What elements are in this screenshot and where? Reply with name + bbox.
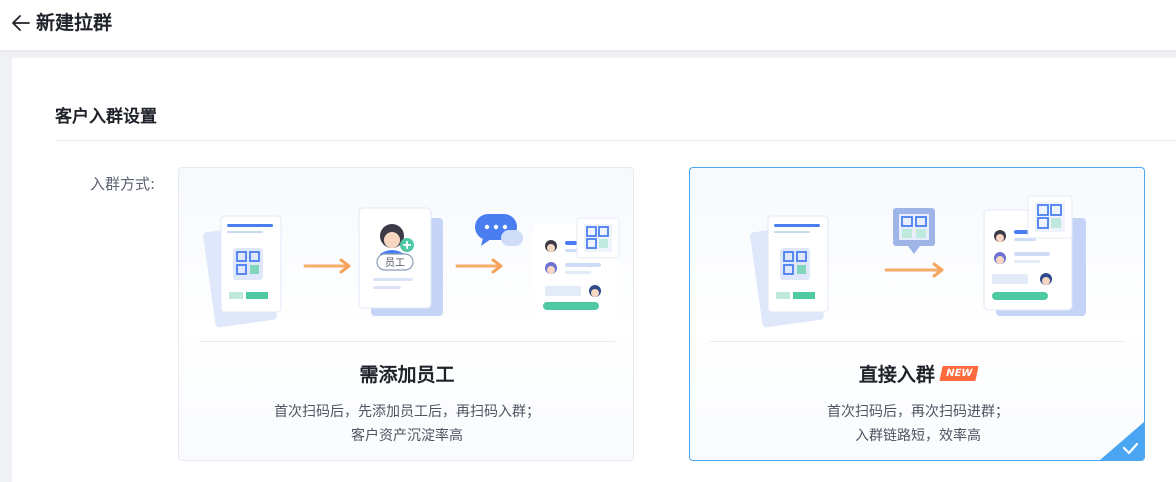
add-staff-illustration: 员工 (203, 207, 620, 328)
card-divider (710, 341, 1126, 342)
arrow-icon (455, 258, 503, 274)
selected-check-icon (1100, 422, 1144, 460)
phone-qr-illustration (750, 215, 829, 328)
arrow-icon (884, 262, 944, 278)
option-title-text: 直接入群 (858, 364, 935, 386)
option-description-line: 入群链路短，效率高 (855, 428, 981, 444)
join-method-label: 入群方式: (90, 175, 156, 193)
option-description-line: 首次扫码后，再次扫码进群； (827, 404, 1009, 420)
section-title: 客户入群设置 (55, 107, 157, 127)
option-description: 首次扫码后，先添加员工后，再扫码入群； 客户资产沉淀率高 (179, 400, 633, 448)
direct-join-illustration (750, 195, 1086, 328)
option-description-line: 首次扫码后，先添加员工后，再扫码入群； (274, 404, 540, 420)
option-description: 首次扫码后，再次扫码进群； 入群链路短，效率高 (690, 400, 1144, 448)
qr-code-icon (893, 208, 935, 254)
staff-tag: 员工 (385, 257, 405, 269)
group-chat-illustration (983, 195, 1086, 316)
back-arrow-icon[interactable] (10, 12, 32, 34)
option-card-direct-join[interactable]: 直接入群 NEW 首次扫码后，再次扫码进群； 入群链路短，效率高 (689, 167, 1145, 461)
page-title: 新建拉群 (36, 12, 113, 34)
staff-card-illustration: 员工 (358, 207, 443, 316)
new-badge: NEW (939, 366, 979, 381)
section-divider (55, 140, 1176, 141)
phone-qr-illustration (203, 215, 282, 328)
option-description-line: 客户资产沉淀率高 (351, 428, 463, 444)
group-chat-illustration (533, 217, 620, 320)
arrow-icon (303, 258, 351, 274)
main-content: 客户入群设置 入群方式: 员工 需添加员工 首次扫码后，先添加员工后，再扫码入群… (12, 58, 1176, 482)
option-title: 需添加员工 (359, 364, 455, 386)
option-title: 直接入群 NEW (690, 360, 1144, 387)
chat-bubble-icon (475, 214, 523, 246)
card-divider (199, 341, 615, 342)
top-bar: 新建拉群 (0, 0, 1176, 50)
option-card-add-staff[interactable]: 员工 需添加员工 首次扫码后，先添加员工后，再扫码入群； 客户资产沉淀率高 (178, 167, 634, 461)
